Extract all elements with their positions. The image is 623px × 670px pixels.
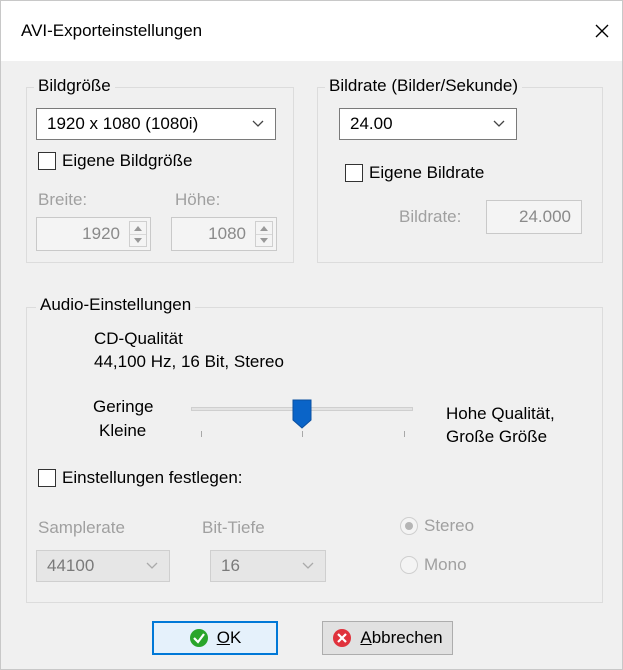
height-label: Höhe: — [175, 190, 221, 209]
chevron-down-icon — [252, 120, 264, 127]
spin-down-icon[interactable] — [130, 234, 146, 246]
bitdepth-value: 16 — [221, 556, 240, 575]
cancel-button[interactable]: Abbrechen — [322, 621, 453, 655]
rate-input[interactable]: 24.000 — [486, 200, 582, 234]
samplerate-label: Samplerate — [38, 518, 125, 537]
rate-value: 24.000 — [519, 207, 571, 226]
width-value: 1920 — [82, 224, 120, 243]
slider-left-label-1: Geringe — [93, 397, 154, 416]
radio-circle — [400, 556, 418, 574]
radio-mono-label: Mono — [424, 555, 467, 574]
cancel-mnemonic: A — [360, 628, 372, 647]
slider-thumb[interactable] — [292, 399, 312, 429]
define-settings-label: Einstellungen festlegen: — [62, 468, 243, 487]
quality-slider[interactable] — [191, 399, 413, 443]
width-spin-buttons[interactable] — [129, 221, 147, 247]
close-button[interactable] — [582, 11, 622, 51]
cancel-icon — [333, 629, 352, 647]
audio-legend: Audio-Einstellungen — [36, 295, 196, 315]
checkbox-box — [38, 152, 56, 170]
samplerate-value: 44100 — [47, 556, 95, 575]
samplerate-select[interactable]: 44100 — [36, 550, 170, 582]
spin-up-icon[interactable] — [130, 222, 146, 234]
chevron-down-icon — [146, 562, 158, 569]
chevron-down-icon — [302, 562, 314, 569]
spin-up-icon[interactable] — [256, 222, 272, 234]
define-settings-checkbox[interactable]: Einstellungen festlegen: — [38, 468, 243, 488]
slider-tick — [404, 431, 405, 437]
ok-button[interactable]: OK — [152, 621, 278, 655]
radio-stereo-label: Stereo — [424, 516, 475, 535]
frame-size-value: 1920 x 1080 (1080i) — [47, 114, 199, 133]
height-spin-buttons[interactable] — [255, 221, 273, 247]
slider-right-label-1: Hohe Qualität, — [446, 404, 555, 423]
custom-frame-rate-checkbox[interactable]: Eigene Bildrate — [345, 163, 484, 183]
radio-mono[interactable]: Mono — [400, 555, 467, 575]
title-bar: AVI-Exporteinstellungen — [1, 1, 622, 61]
checkbox-box — [38, 469, 56, 487]
height-value: 1080 — [208, 224, 246, 243]
frame-rate-legend: Bildrate (Bilder/Sekunde) — [325, 76, 522, 96]
ok-label: OK — [217, 628, 242, 648]
height-spinner[interactable]: 1080 — [171, 217, 277, 251]
cancel-rest: bbrechen — [371, 628, 443, 647]
frame-size-legend: Bildgröße — [34, 76, 115, 96]
frame-rate-select[interactable]: 24.00 — [339, 108, 517, 140]
rate-label: Bildrate: — [399, 207, 462, 226]
width-label: Breite: — [38, 190, 88, 209]
ok-rest: K — [229, 628, 242, 647]
spin-down-icon[interactable] — [256, 234, 272, 246]
chevron-down-icon — [493, 120, 505, 127]
audio-quality-detail: 44,100 Hz, 16 Bit, Stereo — [94, 352, 284, 371]
slider-left-label-2: Kleine — [99, 421, 147, 440]
custom-frame-size-label: Eigene Bildgröße — [62, 151, 193, 170]
export-dialog: AVI-Exporteinstellungen Bildgröße 1920 x… — [0, 0, 623, 670]
checkbox-box — [345, 164, 363, 182]
window-title: AVI-Exporteinstellungen — [21, 21, 203, 40]
ok-mnemonic: O — [216, 628, 230, 647]
audio-quality-name: CD-Qualität — [94, 329, 183, 348]
radio-circle-checked — [400, 517, 418, 535]
radio-stereo[interactable]: Stereo — [400, 516, 474, 536]
slider-right-label-2: Große Größe — [446, 427, 548, 446]
bitdepth-select[interactable]: 16 — [210, 550, 326, 582]
bitdepth-label: Bit-Tiefe — [202, 518, 265, 537]
close-icon — [595, 24, 609, 38]
frame-rate-value: 24.00 — [350, 114, 393, 133]
custom-frame-size-checkbox[interactable]: Eigene Bildgröße — [38, 151, 192, 171]
cancel-label: Abbrechen — [360, 628, 442, 648]
check-icon — [189, 629, 208, 647]
width-spinner[interactable]: 1920 — [36, 217, 151, 251]
frame-size-select[interactable]: 1920 x 1080 (1080i) — [36, 108, 276, 140]
slider-tick — [302, 431, 303, 437]
slider-tick — [201, 431, 202, 437]
custom-frame-rate-label: Eigene Bildrate — [369, 163, 485, 182]
